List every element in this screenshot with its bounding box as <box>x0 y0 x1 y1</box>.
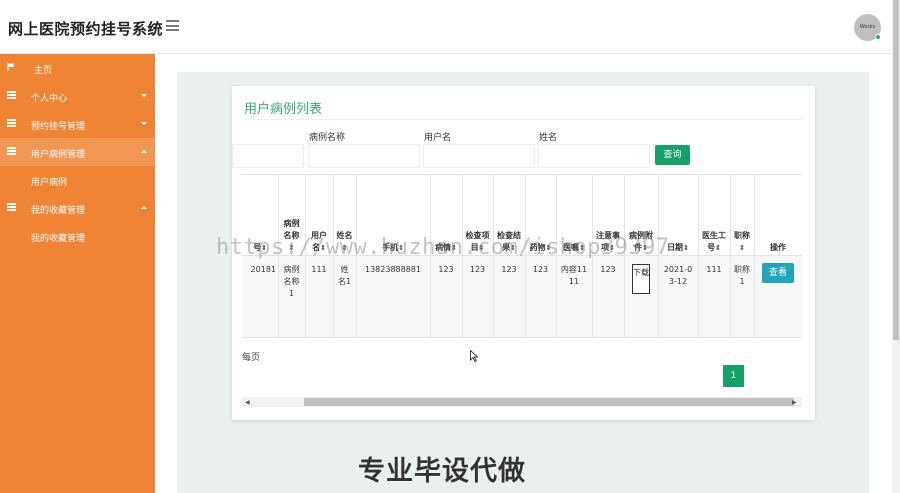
top-header: 网上医院预约挂号系统 Works <box>0 0 892 54</box>
table-cell-phone: 13823888881 <box>365 265 421 274</box>
table-cell-exam_result: 123 <box>501 265 517 274</box>
table-cell-id: 20181 <box>250 265 276 274</box>
table-cell-case_name: 病例名称1 <box>283 265 300 298</box>
list-icon <box>7 119 16 127</box>
table-column-divider <box>730 174 731 337</box>
table-cell-username: 111 <box>311 265 327 274</box>
table-cell-name: 姓名1 <box>337 265 352 286</box>
table-cell-medicine: 123 <box>532 265 549 274</box>
table-row-divider <box>242 174 802 175</box>
menu-toggle-icon[interactable] <box>166 20 179 31</box>
sidebar-item-label: 主页 <box>34 66 53 76</box>
sidebar-item-label: 个人中心 <box>31 94 68 104</box>
table-column-divider <box>754 174 755 337</box>
sidebar-item-appointment[interactable]: 预约挂号管理 <box>0 110 155 138</box>
scroll-left-icon[interactable]: ◀ <box>245 399 250 406</box>
sidebar-subitem-user-cases[interactable]: 用户病例 <box>0 166 155 194</box>
sidebar-item-case-management[interactable]: 用户病例管理 <box>0 138 155 166</box>
table-row-divider <box>242 337 802 338</box>
sidebar-item-home[interactable]: 主页 <box>0 54 155 82</box>
chevron-down-icon <box>141 94 147 97</box>
table-cell-advice: 内容1111 <box>560 265 588 286</box>
sidebar-item-favorites[interactable]: 我的收藏管理 <box>0 194 155 222</box>
table-header-action[interactable]: 操作 <box>754 242 802 254</box>
mouse-cursor-icon <box>470 350 478 362</box>
download-button[interactable]: 下载 <box>632 264 650 294</box>
scroll-thumb[interactable] <box>893 0 899 340</box>
content-background: 用户病例列表 病例名称 用户名 姓名 查询 号⇕ 20181 病例名称⇕ 病例名称1 用… <box>177 72 869 493</box>
table-cell-condition: 123 <box>438 265 454 274</box>
case-name-input[interactable] <box>308 144 420 168</box>
flag-icon <box>7 63 15 71</box>
search-button[interactable]: 查询 <box>655 145 690 165</box>
table-header-title[interactable]: 职称⇕ <box>730 230 754 254</box>
username-input[interactable] <box>423 144 535 168</box>
horizontal-scrollbar[interactable]: ◀ ▶ <box>242 397 802 407</box>
table-header-doctor_id[interactable]: 医生工号⇕ <box>698 230 730 254</box>
sidebar: 主页 个人中心 预约挂号管理 用户病例管理 用户病例 我的收藏管理 我的收藏管理 <box>0 54 155 493</box>
sidebar-item-label: 预约挂号管理 <box>31 122 86 132</box>
page-title: 用户病例列表 <box>244 102 323 117</box>
title-divider <box>244 119 802 120</box>
name-input[interactable] <box>538 144 650 168</box>
sidebar-item-label: 我的收藏管理 <box>31 206 86 216</box>
table-cell-date: 2021-03-12 <box>663 265 693 286</box>
sidebar-subitem-favorites[interactable]: 我的收藏管理 <box>0 222 155 250</box>
scroll-right-icon[interactable]: ▶ <box>792 399 797 406</box>
watermark-ad: 专业毕设代做 <box>358 456 526 487</box>
sidebar-item-personal-center[interactable]: 个人中心 <box>0 82 155 110</box>
sort-icon[interactable]: ⇕ <box>739 244 745 252</box>
view-button[interactable]: 查看 <box>762 263 794 283</box>
id-field[interactable] <box>232 144 304 168</box>
table-column-divider <box>698 174 699 337</box>
per-page-label: 每页 <box>242 353 261 363</box>
list-icon <box>7 147 16 155</box>
chevron-up-icon <box>141 206 147 209</box>
sort-icon[interactable]: ⇕ <box>683 244 689 252</box>
table-cell-exam_item: 123 <box>469 265 486 274</box>
vertical-scrollbar[interactable] <box>892 0 900 493</box>
name-label: 姓名 <box>539 133 558 143</box>
table-cell-notes: 123 <box>600 265 616 274</box>
sort-icon[interactable]: ⇕ <box>715 244 721 252</box>
online-status-dot <box>875 34 881 40</box>
list-icon <box>7 91 16 99</box>
app-title: 网上医院预约挂号系统 <box>8 20 164 38</box>
main-content: 用户病例列表 病例名称 用户名 姓名 查询 号⇕ 20181 病例名称⇕ 病例名称1 用… <box>155 54 892 493</box>
table-cell-doctor_id: 111 <box>706 265 722 274</box>
scroll-thumb[interactable] <box>304 398 794 406</box>
chevron-up-icon <box>141 150 147 153</box>
list-icon <box>7 203 16 211</box>
case-name-label: 病例名称 <box>309 133 346 143</box>
chevron-down-icon <box>141 122 147 125</box>
watermark-url: https://www.huzhan.com/ishop39397 <box>216 235 670 260</box>
pagination-page-button[interactable]: 1 <box>723 365 744 387</box>
table-cell-title: 职称1 <box>734 265 750 286</box>
username-label: 用户名 <box>424 133 452 143</box>
sidebar-item-label: 用户病例管理 <box>31 150 86 160</box>
